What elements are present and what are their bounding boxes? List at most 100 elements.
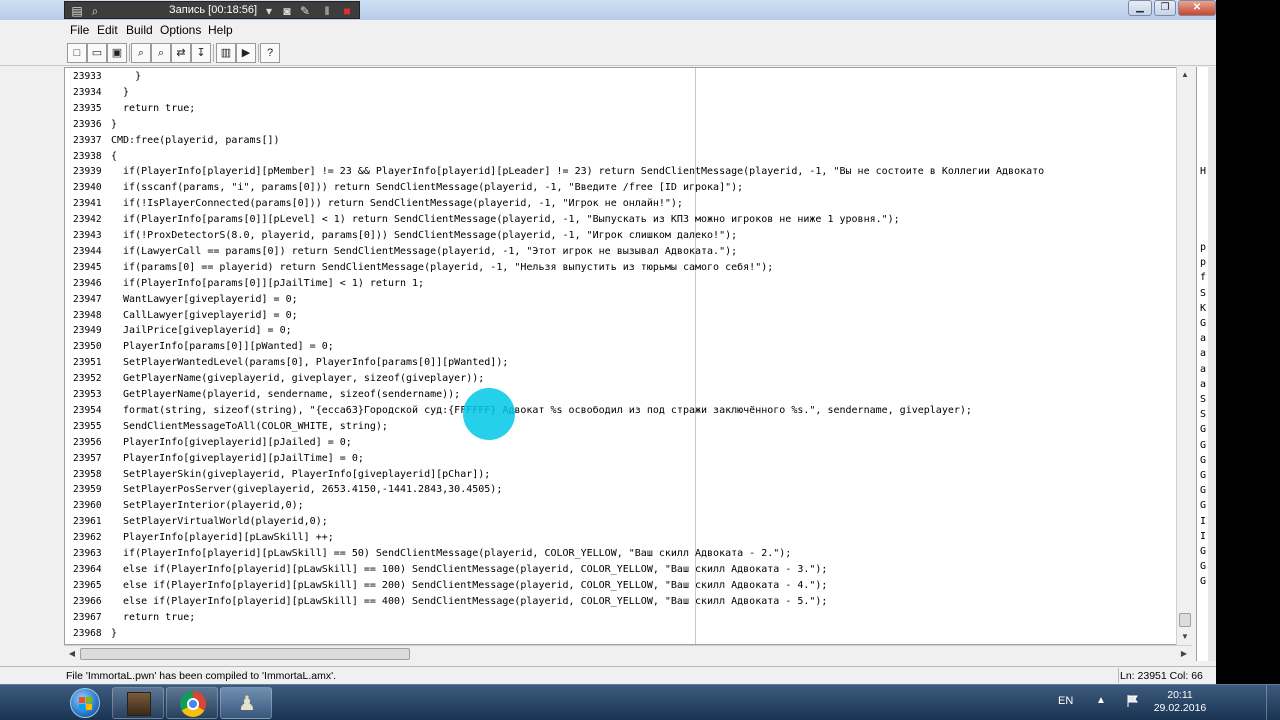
horizontal-scrollbar[interactable]: ◀ ▶: [64, 645, 1192, 661]
search-icon[interactable]: ⌕: [87, 3, 103, 19]
side-list-entry[interactable]: I: [1200, 531, 1206, 542]
code-line[interactable]: PlayerInfo[giveplayerid][pJailed] = 0;: [107, 435, 1191, 451]
code-line[interactable]: WantLawyer[giveplayerid] = 0;: [107, 292, 1191, 308]
side-list-entry[interactable]: G: [1200, 561, 1206, 572]
side-list-entry[interactable]: G: [1200, 500, 1206, 511]
menu-file[interactable]: File: [70, 23, 89, 37]
menu-options[interactable]: Options: [160, 23, 201, 37]
code-line[interactable]: CMD:free(playerid, params[]): [107, 133, 1191, 149]
side-list-entry[interactable]: G: [1200, 470, 1206, 481]
side-list-entry[interactable]: S: [1200, 394, 1206, 405]
chrome-icon[interactable]: [166, 687, 218, 719]
dropdown-icon[interactable]: ▾: [261, 3, 277, 19]
code-line[interactable]: if(PlayerInfo[params[0]][pJailTime] < 1)…: [107, 276, 1191, 292]
code-line[interactable]: else if(PlayerInfo[playerid][pLawSkill] …: [107, 578, 1191, 594]
find-icon[interactable]: ⌕: [131, 43, 151, 63]
code-line[interactable]: SetPlayerInterior(playerid,0);: [107, 498, 1191, 514]
side-panel-scrollbar[interactable]: [1208, 67, 1216, 661]
menu-edit[interactable]: Edit: [97, 23, 118, 37]
code-line[interactable]: if(!ProxDetectorS(8.0, playerid, params[…: [107, 228, 1191, 244]
code-line[interactable]: PlayerInfo[playerid][pLawSkill] ++;: [107, 530, 1191, 546]
code-line[interactable]: }: [107, 626, 1191, 642]
new-file-icon[interactable]: □: [67, 43, 87, 63]
code-line[interactable]: return true;: [107, 101, 1191, 117]
side-list-entry[interactable]: G: [1200, 440, 1206, 451]
code-line[interactable]: if(PlayerInfo[params[0]][pLevel] < 1) re…: [107, 212, 1191, 228]
code-line[interactable]: SendClientMessageToAll(COLOR_WHITE, stri…: [107, 419, 1191, 435]
show-desktop-button[interactable]: [1266, 685, 1280, 720]
scroll-down-icon[interactable]: ▼: [1177, 629, 1193, 645]
code-line[interactable]: {: [107, 149, 1191, 165]
code-line[interactable]: GetPlayerName(giveplayerid, giveplayer, …: [107, 371, 1191, 387]
code-line[interactable]: }: [107, 69, 1191, 85]
game-app-icon[interactable]: [112, 687, 164, 719]
side-list-entry[interactable]: a: [1200, 348, 1206, 359]
code-line[interactable]: }: [107, 85, 1191, 101]
code-line[interactable]: CallLawyer[giveplayerid] = 0;: [107, 308, 1191, 324]
code-line[interactable]: }: [107, 117, 1191, 133]
vertical-scroll-thumb[interactable]: [1179, 613, 1191, 627]
camera-icon[interactable]: ◙: [279, 3, 295, 19]
vertical-scrollbar[interactable]: ▲ ▼: [1176, 67, 1192, 645]
code-line[interactable]: if(PlayerInfo[playerid][pLawSkill] == 50…: [107, 546, 1191, 562]
open-file-icon[interactable]: ▭: [87, 43, 107, 63]
side-list-entry[interactable]: G: [1200, 318, 1206, 329]
code-line[interactable]: if(sscanf(params, "i", params[0])) retur…: [107, 180, 1191, 196]
scroll-left-icon[interactable]: ◀: [64, 646, 80, 662]
side-list-entry[interactable]: f: [1200, 272, 1206, 283]
compile-icon[interactable]: ▥: [216, 43, 236, 63]
code-line[interactable]: else if(PlayerInfo[playerid][pLawSkill] …: [107, 562, 1191, 578]
code-line[interactable]: SetPlayerSkin(giveplayerid, PlayerInfo[g…: [107, 467, 1191, 483]
pause-icon[interactable]: ‖: [319, 3, 335, 19]
code-line[interactable]: JailPrice[giveplayerid] = 0;: [107, 323, 1191, 339]
code-line[interactable]: SetPlayerWantedLevel(params[0], PlayerIn…: [107, 355, 1191, 371]
side-list-entry[interactable]: H: [1200, 166, 1206, 177]
help-icon[interactable]: ?: [260, 43, 280, 63]
side-list-entry[interactable]: a: [1200, 333, 1206, 344]
code-editor[interactable]: 23933 23934 23935 23936 23937 23938 23939 23940…: [64, 67, 1192, 645]
side-list-entry[interactable]: p: [1200, 257, 1206, 268]
code-line[interactable]: SetPlayerVirtualWorld(playerid,0);: [107, 514, 1191, 530]
side-list-entry[interactable]: G: [1200, 455, 1206, 466]
run-icon[interactable]: ▶: [236, 43, 256, 63]
side-list-entry[interactable]: G: [1200, 485, 1206, 496]
side-list-entry[interactable]: a: [1200, 364, 1206, 375]
code-line[interactable]: if(params[0] == playerid) return SendCli…: [107, 260, 1191, 276]
code-line[interactable]: return true;: [107, 610, 1191, 626]
action-center-flag-icon[interactable]: [1126, 694, 1140, 708]
code-line[interactable]: SetPlayerPosServer(giveplayerid, 2653.41…: [107, 482, 1191, 498]
replace-icon[interactable]: ⇄: [171, 43, 191, 63]
code-line[interactable]: format(string, sizeof(string), "{ecca63}…: [107, 403, 1191, 419]
side-list-entry[interactable]: G: [1200, 424, 1206, 435]
side-list-entry[interactable]: S: [1200, 409, 1206, 420]
code-area[interactable]: } } return true;} CMD:free(playerid, para…: [107, 68, 1191, 644]
scroll-right-icon[interactable]: ▶: [1176, 646, 1192, 662]
code-line[interactable]: else if(PlayerInfo[playerid][pLawSkill] …: [107, 594, 1191, 610]
side-list-entry[interactable]: I: [1200, 516, 1206, 527]
save-icon[interactable]: ▣: [107, 43, 127, 63]
code-line[interactable]: if(LawyerCall == params[0]) return SendC…: [107, 244, 1191, 260]
side-list-entry[interactable]: a: [1200, 379, 1206, 390]
scroll-up-icon[interactable]: ▲: [1177, 67, 1193, 83]
side-list-entry[interactable]: G: [1200, 546, 1206, 557]
pages-icon[interactable]: ▤: [69, 3, 85, 19]
pawno-icon[interactable]: ♟: [220, 687, 272, 719]
system-clock[interactable]: 20:11 29.02.2016: [1150, 689, 1210, 715]
tray-expand-icon[interactable]: ▲: [1096, 695, 1106, 706]
code-line[interactable]: if(!IsPlayerConnected(params[0])) return…: [107, 196, 1191, 212]
side-list-entry[interactable]: S: [1200, 288, 1206, 299]
menu-help[interactable]: Help: [208, 23, 233, 37]
stop-icon[interactable]: ■: [339, 3, 355, 19]
close-button[interactable]: ✕: [1178, 0, 1216, 16]
side-list-entry[interactable]: K: [1200, 303, 1206, 314]
horizontal-scroll-thumb[interactable]: [80, 648, 410, 660]
start-button[interactable]: [64, 686, 108, 720]
pen-icon[interactable]: ✎: [297, 3, 313, 19]
side-list-entry[interactable]: G: [1200, 576, 1206, 587]
menu-build[interactable]: Build: [126, 23, 153, 37]
language-indicator[interactable]: EN: [1058, 695, 1073, 707]
find-next-icon[interactable]: ⌕: [151, 43, 171, 63]
side-list-entry[interactable]: p: [1200, 242, 1206, 253]
maximize-button[interactable]: ❐: [1154, 0, 1176, 16]
code-line[interactable]: if(PlayerInfo[playerid][pMember] != 23 &…: [107, 164, 1191, 180]
